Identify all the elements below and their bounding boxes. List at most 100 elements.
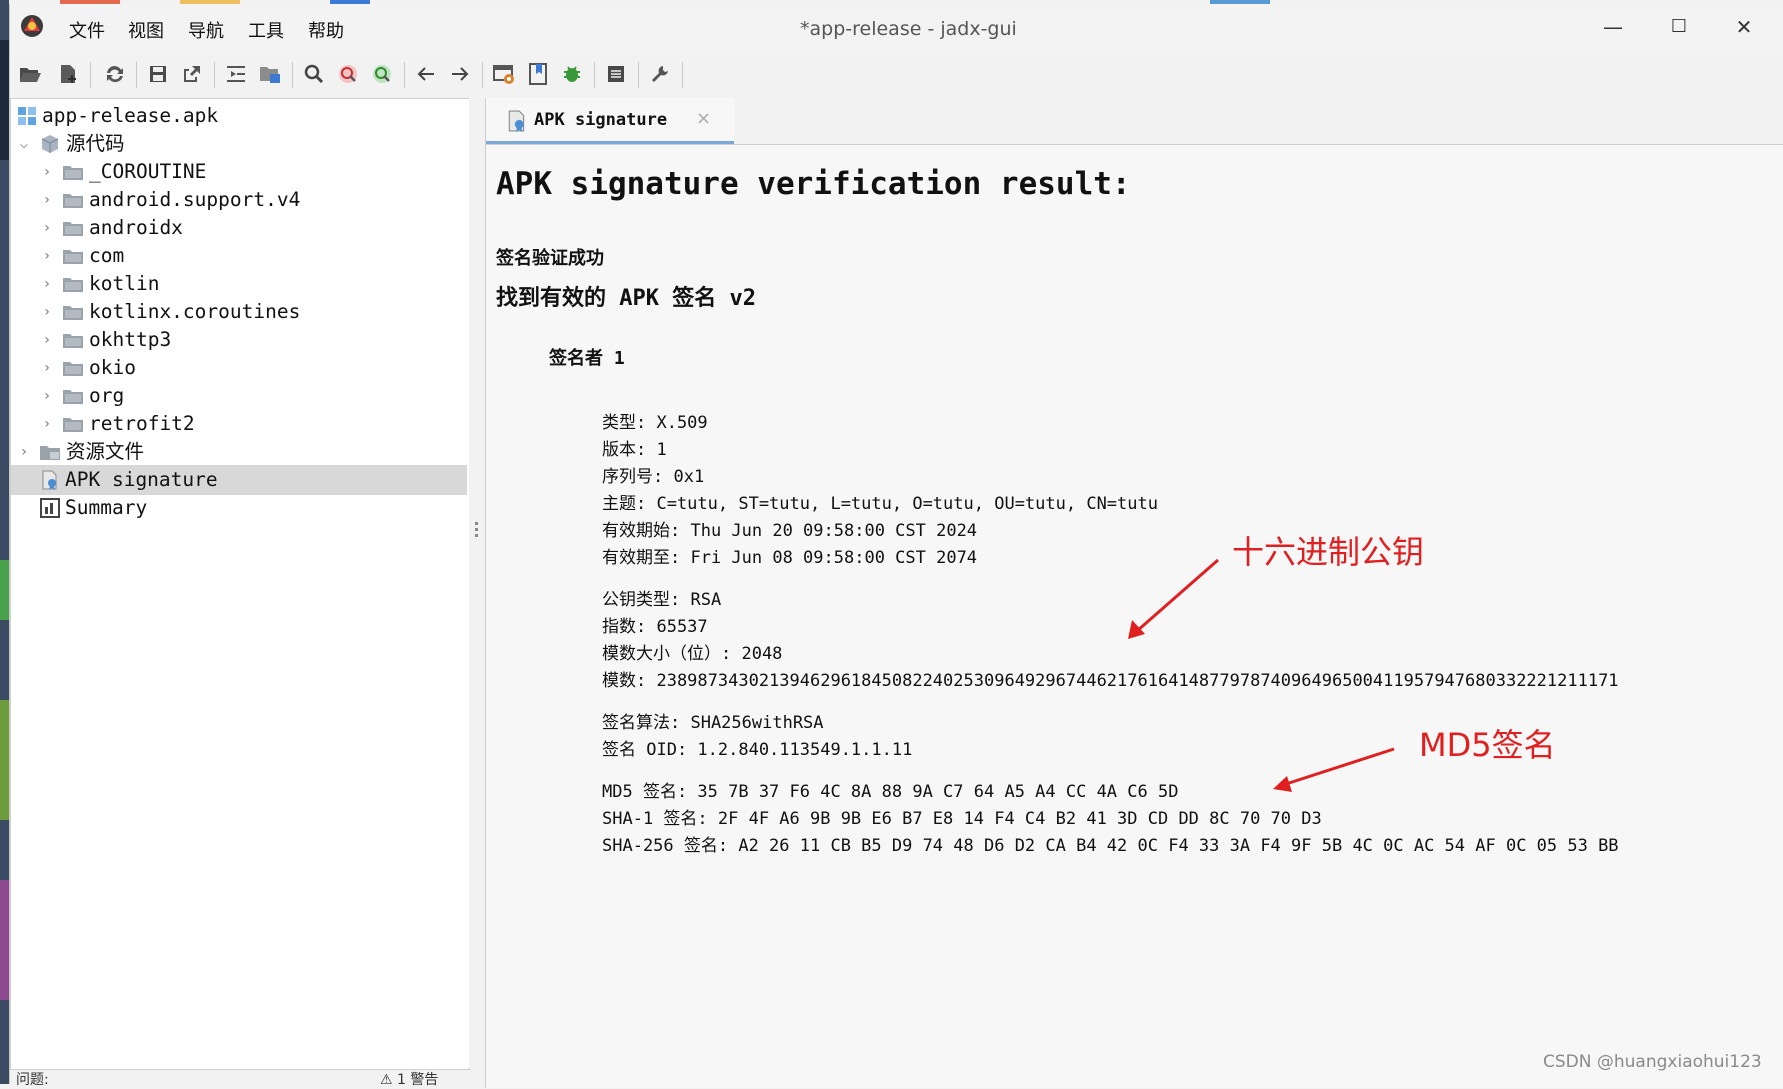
tab-apk-signature[interactable]: APK signature × — [486, 98, 734, 144]
tree-resources-label: 资源文件 — [66, 440, 145, 463]
bookmark-icon[interactable] — [524, 60, 552, 88]
folder-icon — [63, 222, 83, 236]
tree-package-item[interactable]: › kotlinx.coroutines — [11, 297, 467, 327]
folder-icon — [63, 362, 83, 376]
apk-file-icon — [18, 107, 36, 125]
folder-icon — [63, 278, 83, 292]
tree-package-label: android.support.v4 — [89, 188, 301, 211]
warning-count[interactable]: ⚠ 1 警告 — [380, 1069, 438, 1089]
tree-source-label: 源代码 — [66, 132, 125, 155]
folder-icon — [63, 334, 83, 348]
tree-package-label: kotlin — [89, 272, 160, 295]
chevron-right-icon[interactable]: › — [40, 213, 54, 243]
tree-package-label: com — [89, 244, 125, 267]
csdn-watermark: CSDN @huangxiaohui123 — [1543, 1052, 1762, 1072]
tree-package-label: _COROUTINE — [89, 160, 207, 183]
chevron-right-icon[interactable]: › — [40, 409, 54, 439]
folder-icon — [63, 194, 83, 208]
resources-folder-icon — [40, 446, 60, 460]
certificate-icon — [508, 110, 525, 132]
decompile-all-icon[interactable] — [490, 60, 518, 88]
tree-package-label: androidx — [89, 216, 183, 239]
desktop-edge — [0, 0, 9, 1084]
search-icon[interactable] — [300, 60, 328, 88]
summary-icon — [40, 498, 60, 518]
package-box-icon — [41, 135, 59, 153]
menu-navigation[interactable]: 导航 — [188, 17, 224, 43]
tree-root-label: app-release.apk — [42, 104, 219, 127]
chevron-right-icon[interactable]: › — [40, 381, 54, 411]
certificate-icon — [42, 470, 57, 490]
chevron-right-icon[interactable]: › — [40, 157, 54, 187]
problems-label: 问题: — [16, 1072, 49, 1088]
tree-package-item[interactable]: › org — [11, 381, 467, 411]
preferences-icon[interactable] — [646, 60, 674, 88]
menu-view[interactable]: 视图 — [128, 17, 164, 43]
add-files-icon[interactable] — [54, 60, 82, 88]
folder-icon — [63, 418, 83, 432]
tree-package-item[interactable]: › okio — [11, 353, 467, 383]
project-tree: app-release.apk ⌵ 源代码 › _COROUTINE › androi… — [10, 98, 470, 1070]
title-bar: 文件 视图 导航 工具 帮助 *app-release - jadx-gui —… — [10, 4, 1783, 54]
toolbar — [10, 54, 1783, 98]
tree-package-item[interactable]: › kotlin — [11, 269, 467, 299]
panel-splitter[interactable] — [469, 98, 485, 1068]
annotation-arrows — [1128, 558, 1395, 792]
chevron-down-icon[interactable]: ⌵ — [17, 129, 31, 159]
debug-icon[interactable] — [558, 60, 586, 88]
editor-area: APK signature × APK signature verificati… — [485, 98, 1783, 1088]
menu-help[interactable]: 帮助 — [308, 17, 344, 43]
tree-summary-label: Summary — [65, 496, 148, 519]
tree-summary[interactable]: Summary — [11, 493, 467, 523]
expand-icon[interactable] — [222, 60, 250, 88]
export-icon[interactable] — [178, 60, 206, 88]
folder-icon — [63, 390, 83, 404]
tree-package-item[interactable]: › _COROUTINE — [11, 157, 467, 187]
arrow-to-md5 — [1273, 747, 1395, 792]
find-class-icon[interactable] — [334, 60, 362, 88]
close-button[interactable]: ✕ — [1721, 12, 1767, 42]
chevron-right-icon[interactable]: › — [17, 437, 31, 467]
chevron-right-icon[interactable]: › — [40, 185, 54, 215]
jadx-window: 文件 视图 导航 工具 帮助 *app-release - jadx-gui —… — [9, 4, 1783, 1088]
tree-package-item[interactable]: › android.support.v4 — [11, 185, 467, 215]
minimize-button[interactable]: — — [1590, 12, 1636, 42]
folder-icon — [63, 250, 83, 264]
chevron-right-icon[interactable]: › — [40, 297, 54, 327]
arrow-to-modulus — [1128, 558, 1219, 639]
tree-root-apk[interactable]: app-release.apk — [11, 101, 467, 131]
menu-file[interactable]: 文件 — [69, 17, 105, 43]
tree-package-item[interactable]: › okhttp3 — [11, 325, 467, 355]
hex-public-key-annotation: 十六进制公钥 — [1232, 533, 1425, 571]
menu-tools[interactable]: 工具 — [248, 17, 284, 43]
save-all-icon[interactable] — [144, 60, 172, 88]
sync-icon[interactable] — [100, 60, 128, 88]
tree-source-code[interactable]: ⌵ 源代码 — [11, 129, 467, 159]
signature-report: APK signature verification result: 签名验证成… — [486, 144, 1783, 1088]
folder-tree-icon[interactable] — [256, 60, 284, 88]
open-file-icon[interactable] — [16, 60, 44, 88]
tab-label: APK signature — [534, 110, 668, 130]
chevron-right-icon[interactable]: › — [40, 241, 54, 271]
tab-bar: APK signature × — [486, 98, 1783, 145]
folder-icon — [63, 166, 83, 180]
tree-resources[interactable]: › 资源文件 — [11, 437, 467, 467]
jadx-logo-icon — [21, 15, 43, 37]
chevron-right-icon[interactable]: › — [40, 353, 54, 383]
tree-package-item[interactable]: › retrofit2 — [11, 409, 467, 439]
tree-package-label: retrofit2 — [89, 412, 195, 435]
find-usage-icon[interactable] — [368, 60, 396, 88]
tree-package-item[interactable]: › androidx — [11, 213, 467, 243]
tree-apk-signature[interactable]: APK signature — [11, 465, 467, 495]
maximize-button[interactable]: ☐ — [1656, 12, 1702, 42]
tree-package-label: kotlinx.coroutines — [89, 300, 301, 323]
chevron-right-icon[interactable]: › — [40, 269, 54, 299]
forward-icon[interactable] — [446, 60, 474, 88]
back-icon[interactable] — [412, 60, 440, 88]
log-icon[interactable] — [602, 60, 630, 88]
md5-signature-annotation: MD5签名 — [1419, 726, 1556, 764]
tree-package-label: okhttp3 — [89, 328, 172, 351]
tab-close-icon[interactable]: × — [696, 108, 711, 129]
chevron-right-icon[interactable]: › — [40, 325, 54, 355]
tree-package-item[interactable]: › com — [11, 241, 467, 271]
